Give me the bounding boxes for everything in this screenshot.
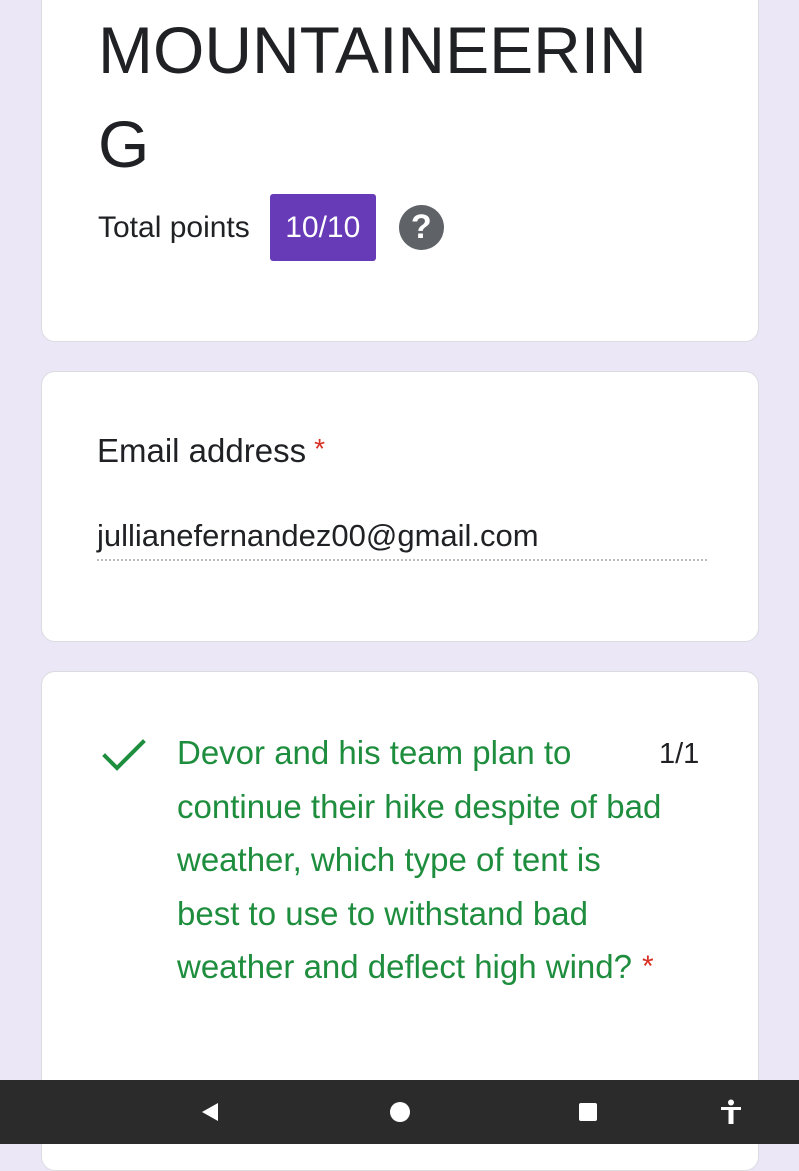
home-icon[interactable]	[375, 1080, 425, 1144]
total-points-badge: 10/10	[269, 194, 376, 261]
question-text: Devor and his team plan to continue thei…	[177, 726, 667, 994]
system-navigation-bar	[0, 1080, 799, 1144]
email-field: jullianefernandez00@gmail.com	[97, 518, 707, 561]
form-title: MOUNTAINEERING	[98, 13, 647, 181]
form-header-card: MOUNTAINEERING Total points 10/10 ?	[41, 0, 759, 342]
question-label: Devor and his team plan to continue thei…	[177, 734, 662, 986]
email-card: Email address * jullianefernandez00@gmail…	[41, 371, 759, 642]
back-icon[interactable]	[185, 1080, 235, 1144]
total-points-row: Total points 10/10 ?	[98, 194, 444, 261]
help-circle-icon[interactable]: ?	[398, 205, 444, 250]
check-icon	[102, 739, 146, 771]
email-label: Email address *	[97, 432, 325, 470]
email-label-text: Email address	[97, 432, 307, 469]
required-asterisk: *	[314, 433, 325, 464]
required-asterisk: *	[641, 950, 654, 984]
total-points-label: Total points	[98, 210, 250, 244]
question-score: 1/1	[659, 738, 700, 770]
accessibility-icon[interactable]	[708, 1080, 754, 1144]
recents-icon[interactable]	[563, 1080, 613, 1144]
